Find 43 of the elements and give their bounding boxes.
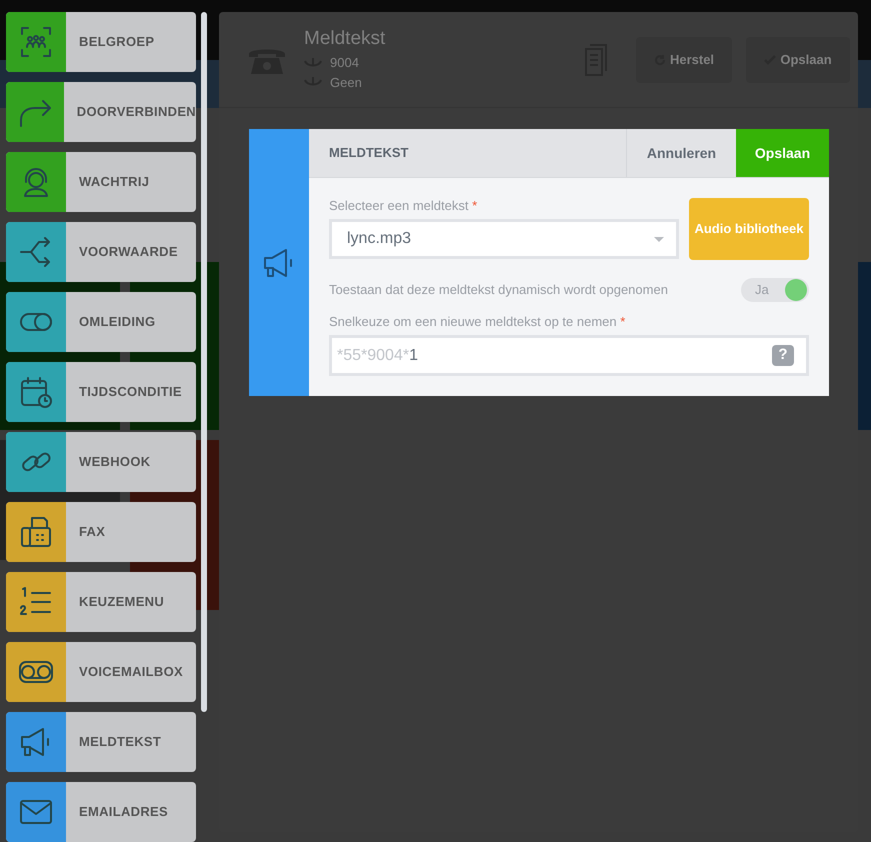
sidebar-item[interactable]: WACHTRIJ — [6, 152, 196, 212]
sidebar-item[interactable]: EMAILADRES — [6, 782, 196, 842]
select-field[interactable]: lync.mp3 — [329, 219, 679, 259]
sidebar-label: KEUZEMENU — [79, 593, 164, 612]
sidebar-label: OMLEIDING — [79, 313, 156, 332]
sidebar-label: DOORVERBINDEN — [76, 103, 196, 122]
dialog-title: MELDTEKST — [329, 144, 410, 162]
sidebar-label: TIJDSCONDITIE — [79, 383, 182, 402]
sidebar-label: VOICEMAILBOX — [79, 663, 183, 682]
dropdown-caret-icon — [654, 236, 664, 242]
sidebar-item[interactable]: VOORWAARDE — [6, 222, 196, 282]
sidebar-item[interactable]: MELDTEKST — [6, 712, 196, 772]
field-label: Selecteer een meldtekst * — [329, 198, 478, 214]
sidebar-label: WACHTRIJ — [79, 173, 150, 192]
save-button[interactable]: Opslaan — [736, 129, 829, 177]
save-button[interactable]: Opslaan — [746, 36, 850, 82]
scrollbar[interactable] — [201, 12, 207, 712]
sidebar-label: WEBHOOK — [79, 453, 150, 472]
sidebar-item[interactable]: WEBHOOK — [6, 432, 196, 492]
sidebar-item[interactable]: TIJDSCONDITIE — [6, 362, 196, 422]
sidebar-label: BELGROEP — [79, 33, 154, 52]
sidebar-item[interactable]: KEUZEMENU — [6, 572, 196, 632]
extension-number: 9004 — [330, 54, 359, 72]
sidebar-item[interactable]: FAX — [6, 502, 196, 562]
sidebar-label: EMAILADRES — [79, 803, 168, 822]
help-button[interactable]: ? — [772, 345, 794, 366]
sidebar-item[interactable]: VOICEMAILBOX — [6, 642, 196, 702]
toggle-label: Toestaan dat deze meldtekst dynamisch wordt opgenomen — [329, 281, 669, 300]
group-icon — [18, 24, 54, 60]
sidebar-label: MELDTEKST — [79, 733, 162, 752]
sidebar-item[interactable]: BELGROEP — [6, 12, 196, 72]
calendar-clock-icon — [18, 374, 54, 410]
sidebar-label: FAX — [79, 523, 106, 542]
sidebar-item[interactable]: OMLEIDING — [6, 292, 196, 352]
shortcut-field[interactable]: *55*9004*1 ? — [329, 335, 809, 376]
sidebar-label: VOORWAARDE — [79, 243, 178, 262]
panel-title: Meldtekst — [304, 27, 386, 51]
forward-value: Geen — [330, 74, 362, 92]
field-label: Snelkeuze om een nieuwe meldtekst op te nemen * — [329, 314, 626, 330]
toggle-knob — [785, 279, 807, 301]
fax-machine-icon — [18, 514, 54, 550]
sidebar-item[interactable]: DOORVERBINDEN — [6, 82, 196, 142]
reset-button[interactable]: Herstel — [636, 36, 732, 82]
